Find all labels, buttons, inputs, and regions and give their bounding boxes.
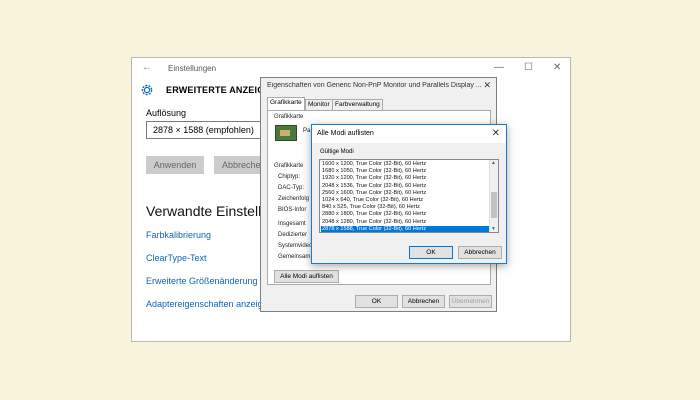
tab-monitor[interactable]: Monitor (305, 99, 333, 110)
memory-label: Dedizierter (278, 232, 308, 238)
mode-list-item[interactable]: 1600 x 1200, True Color (32-Bit), 60 Her… (321, 161, 490, 168)
adapter-name: Pa (303, 128, 311, 134)
ok-button[interactable]: OK (409, 246, 453, 259)
info-label: Zeichenfolg (278, 196, 310, 202)
settings-titlebar: ← Einstellungen — ☐ ✕ (132, 58, 570, 78)
valid-modes-label: Gültige Modi (320, 149, 354, 155)
gear-icon (141, 84, 153, 96)
link-cleartype[interactable]: ClearType-Text (146, 253, 207, 263)
scrollbar-thumb[interactable] (491, 192, 497, 218)
list-modes-dialog: Alle Modi auflisten ✕ Gültige Modi 2878 … (311, 124, 507, 264)
apply-button[interactable]: Übernehmen (449, 295, 492, 308)
mode-list-item[interactable]: 1024 x 640, True Color (32-Bit), 60 Hert… (321, 197, 490, 204)
graphics-card-icon (275, 125, 297, 141)
info-label: Chiptyp: (278, 174, 301, 180)
maximize-icon[interactable]: ☐ (524, 62, 533, 73)
memory-label: Gemeinsam (278, 254, 311, 260)
list-all-modes-button[interactable]: Alle Modi auflisten (274, 270, 339, 283)
ok-button[interactable]: OK (355, 295, 398, 308)
mode-list-item[interactable]: 2878 x 1588, True Color (32-Bit), 60 Her… (321, 225, 490, 232)
cancel-button[interactable]: Abbrechen (402, 295, 445, 308)
minimize-icon[interactable]: — (494, 62, 504, 73)
link-color-calibration[interactable]: Farbkalibrierung (146, 230, 211, 240)
scroll-up-icon[interactable]: ▲ (491, 160, 496, 166)
memory-label: Insgesamt (278, 221, 306, 227)
mode-list-item[interactable]: 1680 x 1050, True Color (32-Bit), 60 Her… (321, 168, 490, 175)
info-label: BIOS-Infor (278, 207, 307, 213)
properties-title: Eigenschaften von Generic Non-PnP Monito… (267, 82, 482, 89)
related-settings-title: Verwandte Einstellu (146, 203, 269, 219)
close-icon[interactable]: ✕ (483, 80, 491, 91)
mode-list-item[interactable]: 2560 x 1600, True Color (32-Bit), 60 Her… (321, 190, 490, 197)
group-adapter-label: Grafikkarte (274, 114, 304, 120)
settings-title: Einstellungen (168, 64, 217, 73)
cancel-button[interactable]: Abbrechen (458, 246, 502, 259)
link-advanced-sizing[interactable]: Erweiterte Größenänderung fü (146, 276, 268, 286)
resolution-label: Auflösung (146, 108, 187, 118)
link-adapter-properties[interactable]: Adaptereigenschaften anzeige (146, 299, 268, 309)
close-icon[interactable]: ✕ (553, 62, 561, 73)
mode-list-item[interactable]: 2048 x 1280, True Color (32-Bit), 60 Her… (321, 219, 490, 226)
cancel-button[interactable]: Abbreche (214, 156, 262, 174)
mode-list-item[interactable]: 2880 x 1800, True Color (32-Bit), 60 Her… (321, 211, 490, 218)
mode-list-item[interactable]: 2048 x 1536, True Color (32-Bit), 60 Her… (321, 183, 490, 190)
apply-button[interactable]: Anwenden (146, 156, 204, 174)
tab-color-management[interactable]: Farbverwaltung (332, 99, 383, 110)
group-info-label: Grafikkarte (274, 163, 304, 169)
scrollbar[interactable]: ▲ ▼ (489, 160, 498, 232)
modes-listbox[interactable]: 2878 x 1588, True Color (32-Bit), 60 Her… (319, 159, 499, 233)
info-label: DAC-Typ: (278, 185, 305, 191)
scroll-down-icon[interactable]: ▼ (491, 226, 496, 232)
mode-list-item[interactable]: 840 x 525, True Color (32-Bit), 60 Hertz (321, 204, 490, 211)
tab-adapter[interactable]: Grafikkarte (267, 97, 305, 110)
close-icon[interactable]: ✕ (492, 128, 500, 139)
mode-list-item[interactable]: 1920 x 1200, True Color (32-Bit), 60 Her… (321, 175, 490, 182)
back-arrow-icon[interactable]: ← (142, 62, 152, 73)
memory-label: Systemvideo (278, 243, 313, 249)
modes-title: Alle Modi auflisten (312, 125, 506, 143)
